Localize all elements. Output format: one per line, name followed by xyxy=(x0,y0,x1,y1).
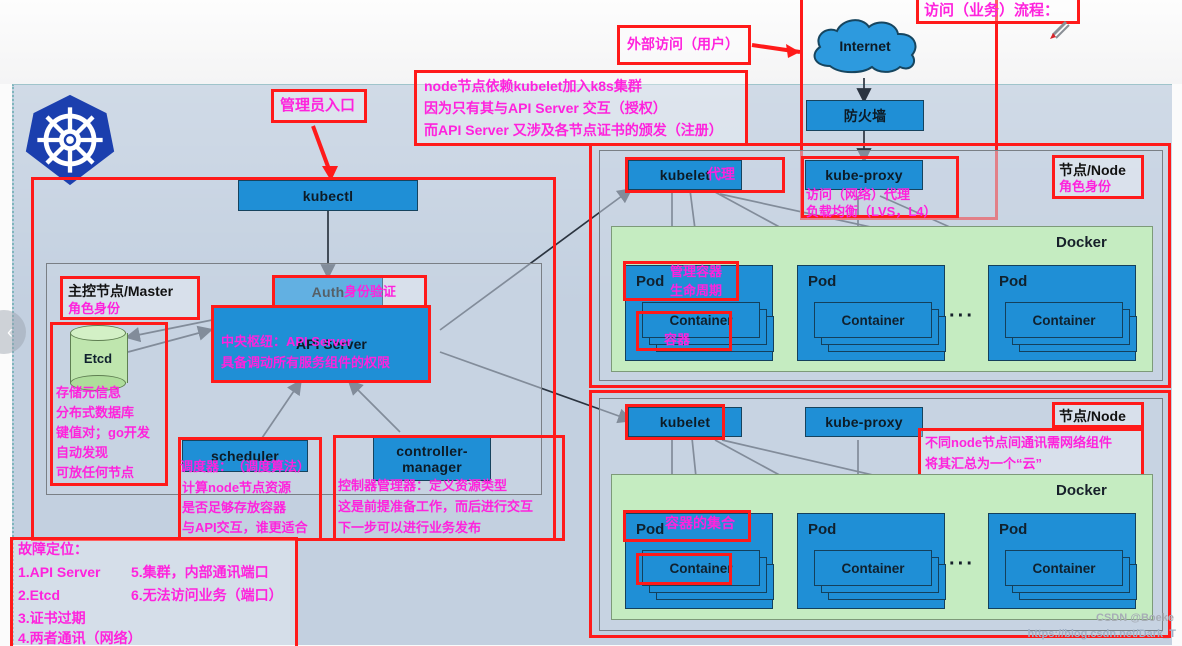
auth-label: Auth xyxy=(311,283,345,300)
node1-kubelet-note: 代理 xyxy=(707,166,735,182)
etcd-note-3: 键值对；go开发 xyxy=(56,425,150,440)
node2-pod-1-container-stack: Container xyxy=(642,550,774,600)
node2-kube-proxy[interactable]: kube-proxy xyxy=(805,407,923,437)
node2-pod-3-container-stack: Container xyxy=(1005,550,1137,600)
node1-role-note: 角色身份 xyxy=(1059,179,1112,194)
node1-pod-2-label: Pod xyxy=(808,273,837,290)
node1-pod-note-2: 生命周期 xyxy=(670,283,723,298)
node1-docker-label: Docker xyxy=(1056,234,1107,251)
kubernetes-wheel-logo xyxy=(22,92,118,188)
node2-pod-3-label: Pod xyxy=(999,521,1028,538)
node2-pod-3[interactable]: Pod Container xyxy=(988,513,1137,609)
admin-entry-label: 管理员入口 xyxy=(280,97,356,114)
controller-manager-label-1: controller- xyxy=(396,442,468,459)
node1-proxy-note-1: 访问（网络）代理 xyxy=(806,187,911,202)
node2-role-title: 节点/Node xyxy=(1059,408,1126,424)
watermark-author: CSDN @Boeke xyxy=(1096,612,1174,624)
node2-kube-proxy-label: kube-proxy xyxy=(825,414,903,430)
kubelet-note-line2: 因为只有其与API Server 交互（授权） xyxy=(424,100,667,116)
chevron-left-icon: ‹ xyxy=(7,321,13,342)
controller-note-1: 控制器管理器：定义资源类型 xyxy=(338,478,508,493)
external-access-label: 外部访问（用户） xyxy=(627,36,739,52)
node1-pods-ellipsis: ··· xyxy=(949,305,975,327)
node1-pod-1-container-stack: Container xyxy=(642,302,774,352)
scheduler-note-4: 与API交互，谁更适合 xyxy=(182,520,308,535)
node2-pod-2-label: Pod xyxy=(808,521,837,538)
troubleshooting-item-5: 5.集群，内部通讯端口 xyxy=(131,564,269,580)
node2-pod-2-container-stack: Container xyxy=(814,550,946,600)
firewall-label: 防火墙 xyxy=(843,107,887,124)
troubleshooting-item-4: 4.两者通讯（网络） xyxy=(18,630,142,646)
etcd-label: Etcd xyxy=(83,351,113,366)
controller-note-3: 下一步可以进行业务发布 xyxy=(338,520,482,535)
node1-role-title: 节点/Node xyxy=(1059,162,1126,178)
api-server-note-1: 中央枢纽：API Server xyxy=(221,334,352,349)
auth-note: 身份验证 xyxy=(344,284,397,299)
node1-container-note: 容器 xyxy=(664,332,691,347)
internet-cloud: Internet xyxy=(806,14,924,76)
kubelet-note-line1: node节点依赖kubelet加入k8s集群 xyxy=(424,78,642,94)
internet-label: Internet xyxy=(839,38,891,54)
troubleshooting-title: 故障定位： xyxy=(18,541,88,557)
node1-pod-3-container-stack: Container xyxy=(1005,302,1137,352)
controller-manager-label-2: manager xyxy=(402,459,462,475)
node1-pod-2-container[interactable]: Container xyxy=(814,302,932,338)
node2-kubelet-label: kubelet xyxy=(659,414,711,430)
etcd-note-5: 可放任何节点 xyxy=(56,465,135,480)
node1-kube-proxy-label: kube-proxy xyxy=(825,167,903,183)
controller-manager-node[interactable]: controller- manager xyxy=(373,437,491,481)
troubleshooting-item-2: 2.Etcd xyxy=(18,587,61,603)
scheduler-note-3: 是否足够存放容器 xyxy=(182,500,287,515)
node1-pod-1-label: Pod xyxy=(636,273,665,290)
master-title: 主控节点/Master xyxy=(68,283,174,299)
node1-pod-1-container[interactable]: Container xyxy=(642,302,760,338)
node2-pod-3-container[interactable]: Container xyxy=(1005,550,1123,586)
scheduler-note-1: 调度器： （调度算法） xyxy=(180,459,311,474)
node2-pod-1-container[interactable]: Container xyxy=(642,550,760,586)
node1-pod-2-container-stack: Container xyxy=(814,302,946,352)
node2-network-note-1: 不同node节点间通讯需网络组件 xyxy=(925,435,1113,450)
watermark-url: https://blog.csdn.net/Dark_T xyxy=(1027,628,1176,640)
node2-network-note-2: 将其汇总为一个“云” xyxy=(925,456,1043,471)
kubectl-label: kubectl xyxy=(302,187,354,204)
node1-pod-note-1: 管理容器 xyxy=(670,264,723,279)
node2-pod-2[interactable]: Pod Container xyxy=(797,513,946,609)
node2-pods-ellipsis: ··· xyxy=(949,553,975,575)
node1-kubelet-label: kubelet xyxy=(659,167,711,183)
etcd-cyl-top xyxy=(70,325,126,341)
node1-pod-3[interactable]: Pod Container xyxy=(988,265,1137,361)
kubelet-note-line3: 而API Server 又涉及各节点证书的颁发（注册） xyxy=(424,122,723,138)
scheduler-note-2: 计算node节点资源 xyxy=(182,480,292,495)
troubleshooting-item-3: 3.证书过期 xyxy=(18,610,86,626)
firewall-node[interactable]: 防火墙 xyxy=(806,100,924,131)
access-flow-title: 访问（业务）流程： xyxy=(924,2,1060,19)
kubectl-node[interactable]: kubectl xyxy=(238,180,418,211)
etcd-note-4: 自动发现 xyxy=(56,445,109,460)
master-title-note: 角色身份 xyxy=(68,301,121,316)
troubleshooting-item-1: 1.API Server xyxy=(18,564,101,580)
node2-kubelet[interactable]: kubelet xyxy=(628,407,742,437)
etcd-cylinder[interactable]: Etcd xyxy=(70,325,128,391)
node1-pod-2[interactable]: Pod Container xyxy=(797,265,946,361)
api-server-note-2: 具备调动所有服务组件的权限 xyxy=(221,355,391,370)
node1-pod-3-container[interactable]: Container xyxy=(1005,302,1123,338)
node1-kube-proxy[interactable]: kube-proxy xyxy=(805,160,923,190)
node2-pod-note: 容器的集合 xyxy=(665,515,735,531)
etcd-note-1: 存储元信息 xyxy=(56,385,122,400)
controller-note-2: 这是前提准备工作，而后进行交互 xyxy=(338,499,534,514)
node2-pod-2-container[interactable]: Container xyxy=(814,550,932,586)
node2-pod-1-label: Pod xyxy=(636,521,665,538)
node2-docker-label: Docker xyxy=(1056,482,1107,499)
node1-proxy-note-2: 负载均衡（LVS，L4） xyxy=(806,204,937,219)
diagram-stage: Internet 防火墙 访问（业务）流程： 外部访问（用户） node节点依赖… xyxy=(0,0,1182,646)
troubleshooting-item-6: 6.无法访问业务（端口） xyxy=(131,587,283,603)
pen-icon xyxy=(1044,14,1074,44)
node1-pod-3-label: Pod xyxy=(999,273,1028,290)
etcd-note-2: 分布式数据库 xyxy=(56,405,135,420)
